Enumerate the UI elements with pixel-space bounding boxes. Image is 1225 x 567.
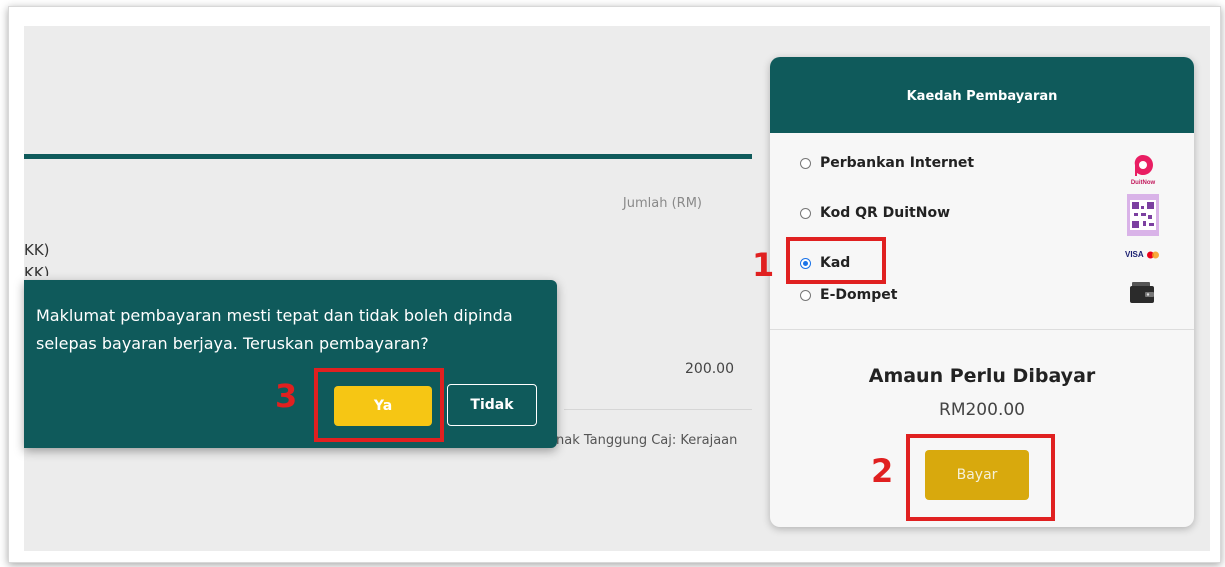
- annotation-number: 1: [752, 246, 775, 284]
- qr-code-icon: [1127, 194, 1159, 236]
- annotation-box-card-option: [786, 237, 886, 284]
- wallet-icon: [1129, 280, 1155, 304]
- radio-button[interactable]: [800, 157, 811, 169]
- confirm-no-button[interactable]: Tidak: [447, 384, 537, 426]
- option-label: Kod QR DuitNow: [820, 205, 951, 221]
- annotation-number: 3: [275, 377, 298, 415]
- panel-divider: [770, 329, 1194, 330]
- radio-button[interactable]: [800, 207, 811, 219]
- option-label: Perbankan Internet: [820, 155, 975, 171]
- amount-due-value: RM200.00: [939, 400, 1025, 420]
- charge-bearer-text: nak Tanggung Caj: Kerajaan: [556, 433, 738, 448]
- row-amount: 200.00: [685, 361, 734, 377]
- row-text-fragment: KK): [24, 241, 50, 259]
- amount-due-title: Amaun Perlu Dibayar: [868, 365, 1096, 387]
- payment-option-internet-banking[interactable]: Perbankan Internet: [800, 155, 974, 171]
- payment-option-qr[interactable]: Kod QR DuitNow: [800, 205, 950, 221]
- row-divider: [564, 409, 752, 410]
- duitnow-bank-icon: DuitNow: [1125, 153, 1161, 189]
- annotation-box-yes-button: [314, 368, 444, 442]
- duitnow-logo-text: DuitNow: [1130, 180, 1156, 186]
- radio-button[interactable]: [800, 289, 811, 301]
- row-text-fragment: KK): [24, 264, 50, 276]
- dialog-message: Maklumat pembayaran mesti tepat dan tida…: [36, 306, 513, 353]
- visa-text: VISA: [1125, 250, 1144, 259]
- panel-title: Kaedah Pembayaran: [770, 57, 1194, 133]
- visa-mastercard-icon: VISA: [1125, 250, 1160, 259]
- annotation-number: 2: [871, 452, 894, 490]
- confirm-payment-dialog: Maklumat pembayaran mesti tepat dan tida…: [24, 280, 557, 448]
- section-divider: [24, 154, 752, 159]
- annotation-box-pay-button: [906, 434, 1055, 521]
- option-label: E-Dompet: [820, 287, 898, 303]
- payment-option-ewallet[interactable]: E-Dompet: [800, 287, 897, 303]
- column-header-jumlah: Jumlah (RM): [622, 196, 702, 211]
